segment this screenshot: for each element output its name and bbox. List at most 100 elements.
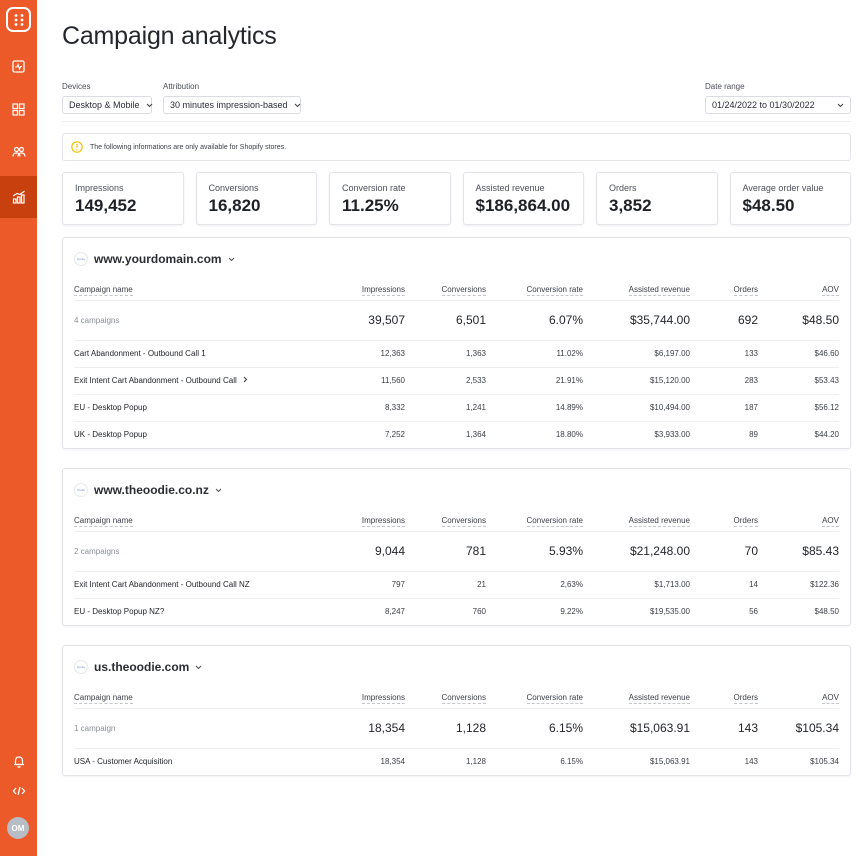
- sidebar-item-developer[interactable]: [0, 770, 37, 812]
- devices-label: Devices: [62, 82, 91, 91]
- attribution-filter: Attribution 30 minutes impression-based: [163, 82, 301, 114]
- campaign-table: Campaign name Impressions Conversions Conve…: [74, 688, 839, 775]
- column-header[interactable]: Orders: [690, 688, 758, 708]
- cell-impressions: 18,354: [380, 757, 405, 767]
- column-header[interactable]: Conversions: [405, 688, 486, 708]
- column-header[interactable]: Orders: [690, 511, 758, 531]
- column-header[interactable]: Campaign name: [74, 511, 333, 531]
- campaign-name-cell[interactable]: USA - Customer Acquisition: [74, 748, 333, 775]
- cell-aov: $122.36: [810, 580, 839, 589]
- cell-aov: $44.20: [814, 430, 839, 440]
- kpi-value: 3,852: [609, 196, 652, 215]
- column-header[interactable]: Impressions: [333, 511, 405, 531]
- domain-header[interactable]: Oodie www.theoodie.co.nz: [63, 469, 850, 511]
- cell-impressions: 12,363: [380, 349, 405, 358]
- campaign-name-cell[interactable]: EU - Desktop Popup NZ?: [74, 598, 333, 625]
- chevron-right-icon[interactable]: [243, 376, 248, 385]
- bell-icon: [13, 755, 24, 768]
- table-row[interactable]: Exit Intent Cart Abandonment - Outbound …: [74, 367, 839, 394]
- domain-header[interactable]: Oodie www.yourdomain.com: [63, 238, 850, 280]
- summary-impressions: 18,354: [368, 721, 405, 735]
- table-row[interactable]: Cart Abandonment - Outbound Call 1 12,363…: [74, 340, 839, 367]
- summary-orders: 70: [744, 544, 758, 558]
- table-row[interactable]: Exit Intent Cart Abandonment - Outbound …: [74, 571, 839, 598]
- info-icon: [71, 141, 83, 153]
- filters-divider: [62, 121, 851, 122]
- grid-icon: [12, 102, 25, 116]
- kpi-label: Assisted revenue: [475, 183, 545, 193]
- cell-assisted-revenue: $3,933.00: [654, 430, 690, 440]
- chevron-down-icon[interactable]: [195, 665, 202, 670]
- column-header-label: Conversions: [441, 285, 486, 297]
- chevron-down-icon: [837, 103, 844, 108]
- avatar[interactable]: OM: [7, 817, 29, 839]
- sidebar-item-activity[interactable]: [0, 45, 37, 87]
- campaign-name-cell[interactable]: EU - Desktop Popup: [74, 394, 333, 421]
- attribution-value: 30 minutes impression-based: [170, 100, 288, 110]
- summary-orders: 692: [737, 313, 758, 327]
- chevron-down-icon[interactable]: [215, 488, 222, 493]
- page-title: Campaign analytics: [62, 22, 277, 50]
- summary-impressions: 39,507: [368, 313, 405, 327]
- column-header[interactable]: Conversion rate: [486, 280, 583, 300]
- column-header-label: Impressions: [361, 693, 405, 705]
- app-logo-icon[interactable]: [6, 7, 31, 32]
- column-header[interactable]: Campaign name: [74, 280, 333, 300]
- column-header[interactable]: Conversions: [405, 511, 486, 531]
- chevron-down-icon[interactable]: [228, 257, 235, 262]
- campaign-table: Campaign name Impressions Conversions Conve…: [74, 280, 839, 448]
- cell-impressions: 797: [391, 580, 405, 589]
- summary-row: 4 campaigns 39,507 6,501 6.07% $35,744.00 692…: [74, 300, 839, 340]
- cell-aov: $56.12: [814, 403, 839, 412]
- column-header[interactable]: Assisted revenue: [583, 511, 690, 531]
- campaign-name-cell[interactable]: Exit Intent Cart Abandonment - Outbound …: [74, 571, 333, 598]
- column-header[interactable]: Conversions: [405, 280, 486, 300]
- devices-filter: Devices Desktop & Mobile: [62, 82, 152, 114]
- column-header[interactable]: AOV: [758, 511, 839, 531]
- sidebar-item-audience[interactable]: [0, 131, 37, 173]
- column-header[interactable]: AOV: [758, 688, 839, 708]
- cell-conversion-rate: 2,63%: [560, 580, 583, 589]
- attribution-select[interactable]: 30 minutes impression-based: [163, 96, 301, 114]
- bar-chart-trend-icon: [12, 190, 25, 204]
- table-row[interactable]: UK - Desktop Popup 7,252 1,364 18.80% $3,933…: [74, 421, 839, 448]
- kpi-label: Average order value: [742, 183, 824, 193]
- column-header[interactable]: Conversion rate: [486, 511, 583, 531]
- date-range-select[interactable]: 01/24/2022 to 01/30/2022: [705, 96, 851, 114]
- table-row[interactable]: EU - Desktop Popup NZ? 8,247 760 9.22% $19,5…: [74, 598, 839, 625]
- campaign-name-cell[interactable]: Exit Intent Cart Abandonment - Outbound …: [74, 367, 333, 394]
- sidebar-item-dashboard[interactable]: [0, 88, 37, 130]
- cell-impressions: 7,252: [384, 430, 405, 440]
- devices-select[interactable]: Desktop & Mobile: [62, 96, 152, 114]
- cell-assisted-revenue: $10,494.00: [649, 403, 690, 412]
- column-header-label: Assisted revenue: [628, 693, 690, 705]
- campaign-name-cell[interactable]: Cart Abandonment - Outbound Call 1: [74, 340, 333, 367]
- column-header[interactable]: Impressions: [333, 280, 405, 300]
- table-row[interactable]: EU - Desktop Popup 8,332 1,241 14.89% $10,49…: [74, 394, 839, 421]
- column-header[interactable]: Campaign name: [74, 688, 333, 708]
- campaign-name: Cart Abandonment - Outbound Call 1: [74, 349, 206, 358]
- table-row[interactable]: USA - Customer Acquisition 18,354 1,128 6.1…: [74, 748, 839, 775]
- cell-conversion-rate: 18.80%: [555, 430, 583, 440]
- column-header[interactable]: Impressions: [333, 688, 405, 708]
- column-header-label: Conversion rate: [526, 285, 583, 297]
- column-header-label: Assisted revenue: [628, 285, 690, 297]
- kpi-value: 11.25%: [342, 196, 399, 215]
- column-header[interactable]: AOV: [758, 280, 839, 300]
- column-header[interactable]: Orders: [690, 280, 758, 300]
- cell-conversions: 1,364: [465, 430, 486, 440]
- cell-orders: 187: [744, 403, 758, 412]
- domain-header[interactable]: Oodie us.theoodie.com: [63, 646, 850, 688]
- column-header[interactable]: Assisted revenue: [583, 688, 690, 708]
- cell-conversion-rate: 9.22%: [560, 607, 583, 617]
- campaign-name-cell[interactable]: UK - Desktop Popup: [74, 421, 333, 448]
- kpi-value: 149,452: [75, 196, 137, 215]
- column-header[interactable]: Conversion rate: [486, 688, 583, 708]
- column-header[interactable]: Assisted revenue: [583, 280, 690, 300]
- kpi-average-order-value: Average order value $48.50: [729, 172, 851, 225]
- cell-conversion-rate: 14.89%: [555, 403, 583, 412]
- campaign-table: Campaign name Impressions Conversions Conve…: [74, 511, 839, 625]
- sidebar-item-analytics[interactable]: [0, 176, 37, 218]
- column-header-label: Orders: [733, 285, 758, 297]
- column-header-label: Campaign name: [74, 285, 133, 297]
